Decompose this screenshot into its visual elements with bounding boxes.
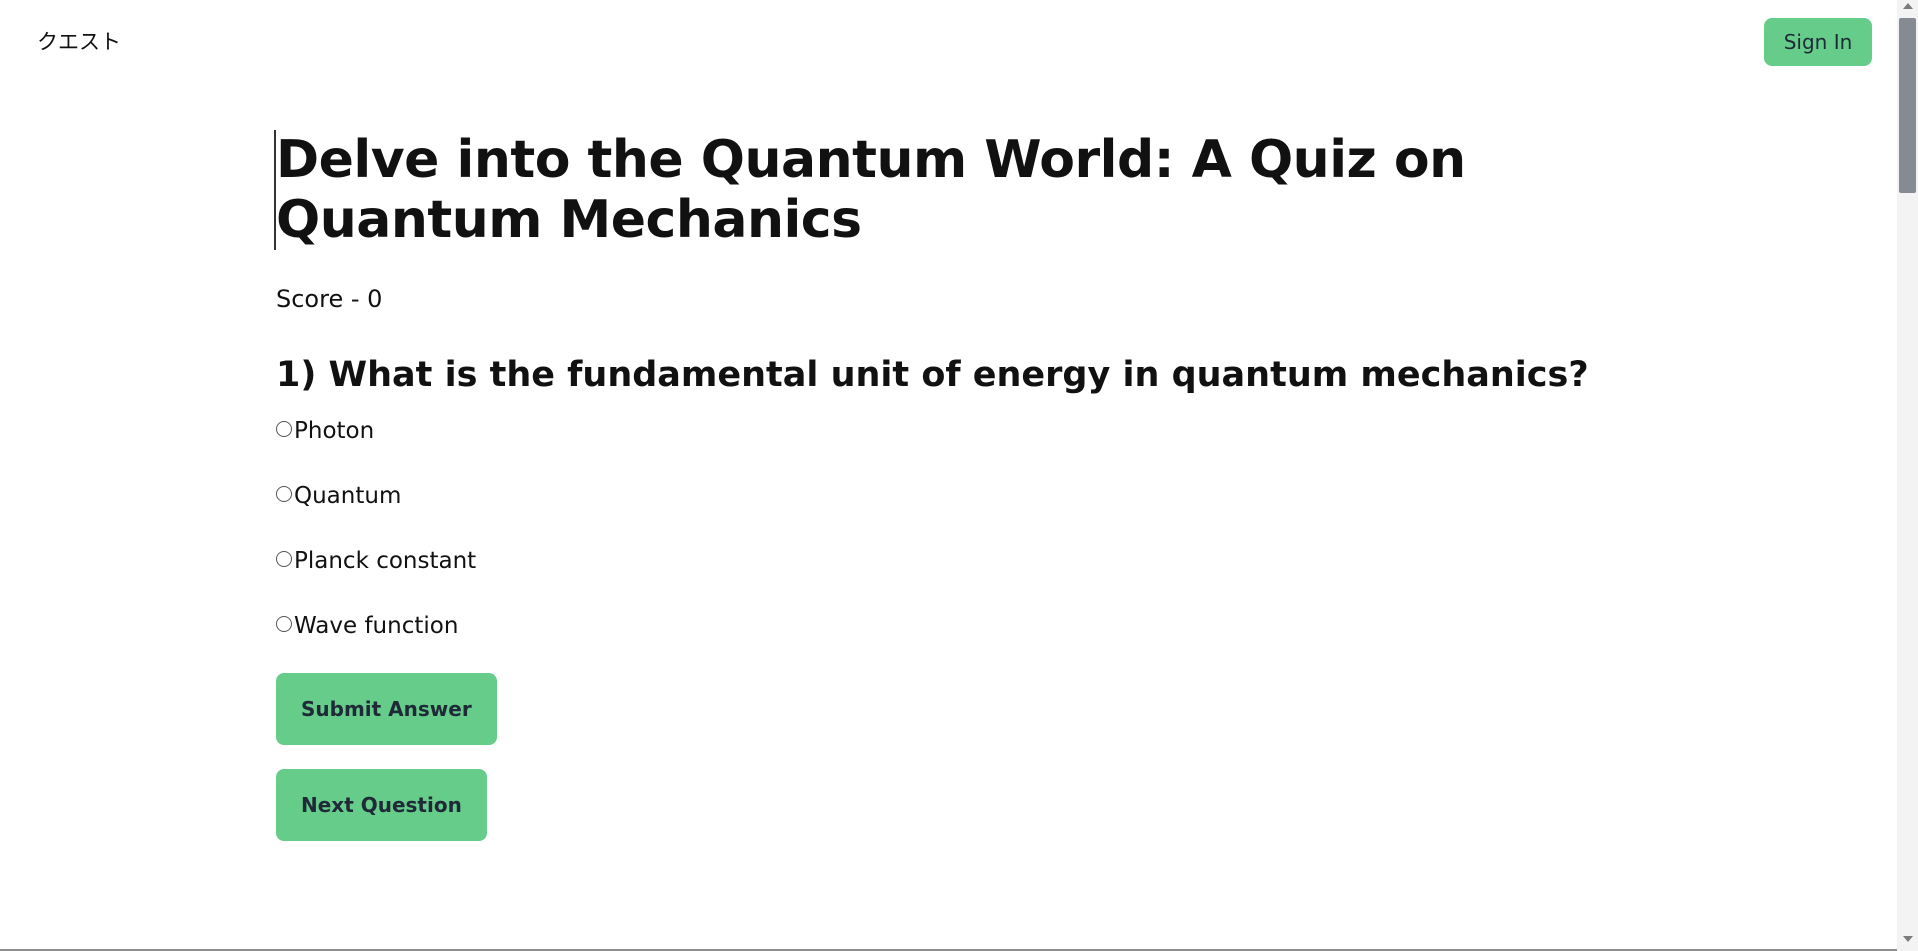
answer-option-planck-constant[interactable]: Planck constant <box>276 544 1676 578</box>
answer-option-quantum[interactable]: Quantum <box>276 479 1676 513</box>
option-label: Quantum <box>294 483 402 509</box>
next-question-button[interactable]: Next Question <box>276 769 487 841</box>
radio-button[interactable] <box>276 486 292 502</box>
quiz-container: Delve into the Quantum World: A Quiz on … <box>274 130 1676 841</box>
option-label: Photon <box>294 418 375 444</box>
option-label: Planck constant <box>294 548 477 574</box>
site-logo[interactable]: クエスト <box>37 26 121 56</box>
answer-option-photon[interactable]: Photon <box>276 414 1676 448</box>
scroll-down-arrow-icon[interactable] <box>1903 936 1913 942</box>
quiz-title: Delve into the Quantum World: A Quiz on … <box>274 130 1656 250</box>
question-text: 1) What is the fundamental unit of energ… <box>276 355 1589 395</box>
radio-button[interactable] <box>276 616 292 632</box>
option-label: Wave function <box>294 613 459 639</box>
radio-button[interactable] <box>276 551 292 567</box>
answer-options: Photon Quantum Planck constant Wave func… <box>276 414 1676 643</box>
answer-option-wave-function[interactable]: Wave function <box>276 609 1676 643</box>
scrollbar-thumb[interactable] <box>1899 18 1916 193</box>
sign-in-button[interactable]: Sign In <box>1764 18 1872 66</box>
score-display: Score - 0 <box>276 285 383 313</box>
radio-button[interactable] <box>276 421 292 437</box>
scroll-up-arrow-icon[interactable] <box>1903 3 1913 9</box>
submit-answer-button[interactable]: Submit Answer <box>276 673 497 745</box>
